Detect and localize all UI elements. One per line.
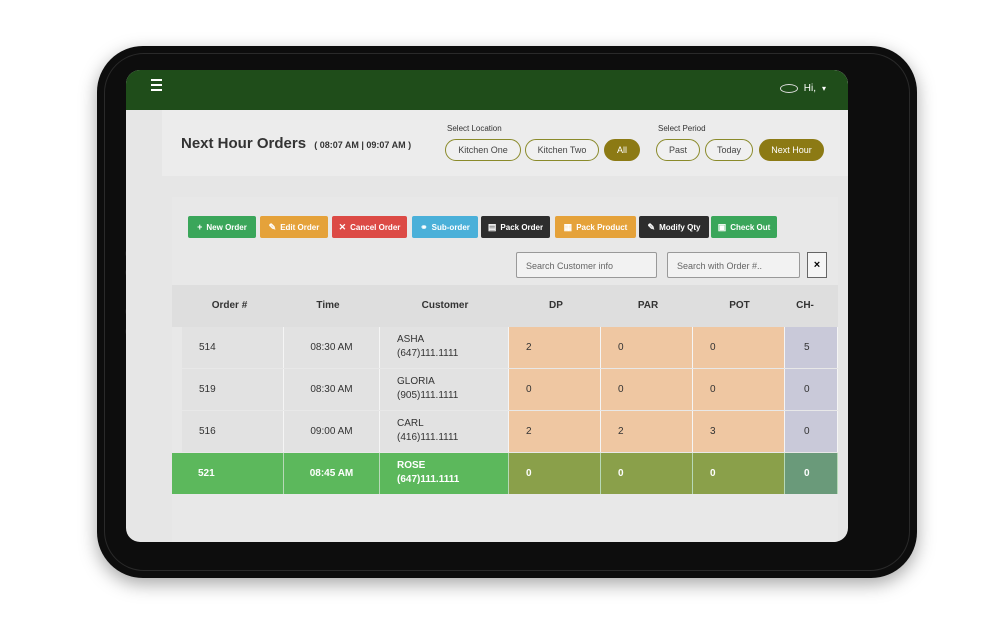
dp-qty: 0	[509, 453, 601, 494]
column-header[interactable]: Order #	[182, 285, 277, 327]
page-title-text: Next Hour Orders	[181, 135, 307, 152]
dp-qty: 0	[509, 369, 601, 410]
customer-cell: CARL (416)111.1111	[380, 411, 509, 452]
customer-name: ASHA	[397, 334, 425, 345]
app-screen: Hi, ▾ Next Hour Orders ( 08:07 AM | 09:0…	[126, 70, 848, 542]
clipboard-icon: ▣	[717, 221, 727, 232]
order-time: 09:00 AM	[284, 411, 380, 452]
order-time: 08:30 AM	[284, 369, 380, 410]
button-label: New Order	[206, 222, 247, 232]
edit-icon: ✎	[647, 221, 656, 232]
orders-panel: + New Order ✎ Edit Order ✕ Cancel Order …	[172, 197, 838, 542]
column-header[interactable]: Time	[280, 285, 376, 327]
ch-qty: 0	[785, 453, 838, 494]
button-label: Sub-order	[431, 222, 470, 232]
column-header[interactable]: POT	[694, 285, 785, 327]
modify-qty-button[interactable]: ✎ Modify Qty	[639, 216, 709, 238]
button-label: Pack Order	[500, 222, 544, 232]
pot-qty: 0	[693, 369, 785, 410]
table-row[interactable]: 519 08:30 AM GLORIA (905)111.1111 0 0 0 …	[172, 369, 838, 411]
button-label: Pack Product	[576, 222, 628, 232]
pack-product-button[interactable]: ▦ Pack Product	[555, 216, 636, 238]
edit-icon: ✎	[268, 221, 277, 232]
order-search-input[interactable]: Search with Order #..	[667, 252, 800, 278]
table-row[interactable]: 516 09:00 AM CARL (416)111.1111 2 2 3 0	[172, 411, 838, 453]
par-qty: 0	[601, 453, 693, 494]
location-kitchen-one[interactable]: Kitchen One	[445, 139, 521, 161]
customer-cell: ASHA (647)111.1111	[380, 327, 509, 368]
boxes-icon: ▦	[563, 221, 573, 232]
edit-order-button[interactable]: ✎ Edit Order	[260, 216, 328, 238]
ch-qty: 5	[785, 327, 838, 368]
order-time: 08:45 AM	[284, 453, 380, 494]
close-icon: ✕	[338, 221, 347, 232]
period-past[interactable]: Past	[656, 139, 700, 161]
user-menu[interactable]: Hi, ▾	[779, 83, 826, 94]
avatar	[779, 84, 798, 93]
customer-name: GLORIA	[397, 376, 435, 387]
dp-qty: 2	[509, 411, 601, 452]
period-label: Select Period	[658, 124, 706, 133]
order-number: 514	[182, 327, 284, 368]
pack-order-button[interactable]: ▤ Pack Order	[481, 216, 550, 238]
button-label: Cancel Order	[350, 222, 401, 232]
customer-search-input[interactable]: Search Customer info	[516, 252, 657, 278]
par-qty: 0	[601, 327, 693, 368]
customer-phone: (905)111.1111	[397, 390, 459, 401]
period-next-hour[interactable]: Next Hour	[759, 139, 824, 161]
plus-icon: +	[197, 222, 203, 232]
box-icon: ▤	[487, 221, 497, 232]
par-qty: 2	[601, 411, 693, 452]
ch-qty: 0	[785, 369, 838, 410]
column-header[interactable]: CH-	[785, 285, 825, 327]
link-icon: ⚭	[420, 221, 428, 232]
table-header: Order # Time Customer DP PAR POT CH-	[172, 285, 838, 327]
pot-qty: 3	[693, 411, 785, 452]
button-label: Edit Order	[280, 222, 320, 232]
customer-cell: ROSE (647)111.1111	[380, 453, 509, 494]
period-today[interactable]: Today	[705, 139, 753, 161]
location-all[interactable]: All	[604, 139, 640, 161]
new-order-button[interactable]: + New Order	[188, 216, 256, 238]
customer-name: ROSE	[397, 460, 426, 471]
button-label: Modify Qty	[659, 222, 701, 232]
button-label: Check Out	[730, 222, 771, 232]
page-title: Next Hour Orders ( 08:07 AM | 09:07 AM )	[181, 135, 411, 152]
order-time: 08:30 AM	[284, 327, 380, 368]
customer-name: CARL	[397, 418, 424, 429]
column-header[interactable]: Customer	[381, 285, 509, 327]
clear-search-button[interactable]: ×	[807, 252, 827, 278]
table-row[interactable]: 514 08:30 AM ASHA (647)111.1111 2 0 0 5	[172, 327, 838, 369]
customer-phone: (416)111.1111	[397, 432, 459, 443]
table-row-selected[interactable]: 521 08:45 AM ROSE (647)111.1111 0 0 0 0	[172, 453, 838, 495]
time-range: ( 08:07 AM | 09:07 AM )	[314, 140, 412, 150]
customer-phone: (647)111.1111	[397, 474, 460, 485]
sub-order-button[interactable]: ⚭ Sub-order	[412, 216, 478, 238]
dp-qty: 2	[509, 327, 601, 368]
greeting-text: Hi,	[803, 83, 816, 94]
customer-cell: GLORIA (905)111.1111	[380, 369, 509, 410]
header-panel: Next Hour Orders ( 08:07 AM | 09:07 AM )…	[162, 110, 848, 176]
chevron-down-icon: ▾	[821, 84, 826, 93]
ch-qty: 0	[785, 411, 838, 452]
order-number: 521	[172, 453, 284, 494]
top-navbar: Hi, ▾	[162, 70, 848, 110]
column-header[interactable]: PAR	[602, 285, 694, 327]
pot-qty: 0	[693, 327, 785, 368]
check-out-button[interactable]: ▣ Check Out	[711, 216, 777, 238]
pot-qty: 0	[693, 453, 785, 494]
customer-phone: (647)111.1111	[397, 348, 459, 359]
column-header[interactable]: DP	[510, 285, 602, 327]
par-qty: 0	[601, 369, 693, 410]
cancel-order-button[interactable]: ✕ Cancel Order	[332, 216, 407, 238]
order-number: 519	[182, 369, 284, 410]
location-label: Select Location	[447, 124, 502, 133]
order-number: 516	[182, 411, 284, 452]
location-kitchen-two[interactable]: Kitchen Two	[525, 139, 599, 161]
